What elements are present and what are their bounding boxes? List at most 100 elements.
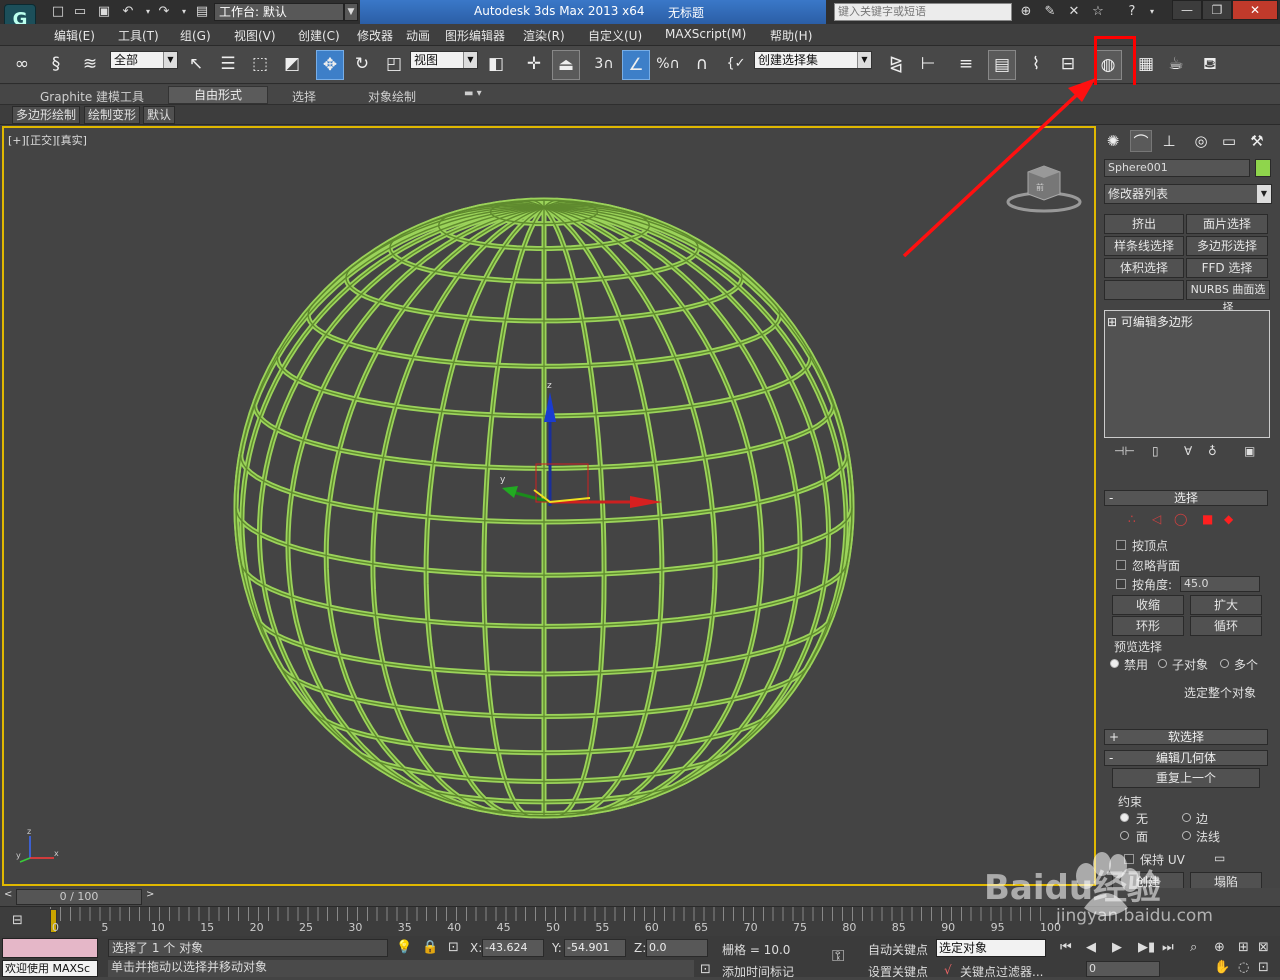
- by-angle-checkbox[interactable]: [1116, 579, 1126, 589]
- menu-rendering[interactable]: 渲染(R): [523, 27, 565, 44]
- favorites-star-icon[interactable]: ☆: [1090, 4, 1106, 20]
- polygon-mode-icon[interactable]: ■: [1202, 512, 1213, 526]
- isolate-selection-icon[interactable]: 💡: [396, 940, 412, 955]
- keyboard-shortcut-override-icon[interactable]: ⏏: [552, 50, 580, 80]
- zoom-extents-icon[interactable]: ⊞: [1238, 940, 1249, 955]
- open-file-icon[interactable]: ▭: [72, 4, 88, 20]
- move-gizmo[interactable]: z y: [494, 378, 664, 518]
- by-vertex-checkbox[interactable]: [1116, 540, 1126, 550]
- configure-modifier-sets-icon[interactable]: ▣: [1244, 444, 1255, 458]
- modifier-button-empty[interactable]: [1104, 280, 1184, 300]
- subtab-defaults[interactable]: 默认: [143, 106, 175, 124]
- preserve-uv-settings-icon[interactable]: ▭: [1214, 851, 1225, 865]
- menu-customize[interactable]: 自定义(U): [588, 27, 642, 44]
- x-coordinate-field[interactable]: -43.624: [482, 939, 544, 957]
- named-selection-set-select[interactable]: 创建选择集 ▼: [754, 51, 872, 69]
- rollout-selection-header[interactable]: -选择: [1104, 490, 1268, 506]
- tab-freeform[interactable]: 自由形式: [168, 86, 268, 104]
- constraint-face-radio[interactable]: [1120, 831, 1129, 840]
- render-production-icon[interactable]: ⛾: [1196, 50, 1224, 80]
- menu-tools[interactable]: 工具(T): [118, 27, 159, 44]
- menu-graph-editors[interactable]: 图形编辑器: [445, 27, 505, 44]
- percent-snap-icon[interactable]: %∩: [654, 50, 682, 80]
- constraint-edge-radio[interactable]: [1182, 813, 1191, 822]
- select-and-scale-icon[interactable]: ◰: [380, 50, 408, 80]
- select-and-rotate-icon[interactable]: ↻: [348, 50, 376, 80]
- modifier-button-spline-select[interactable]: 样条线选择: [1104, 236, 1184, 256]
- redo-icon[interactable]: ↷: [156, 4, 172, 20]
- time-prev-icon[interactable]: <: [4, 889, 12, 900]
- modifier-button-ffd-select[interactable]: FFD 选择: [1186, 258, 1268, 278]
- subtab-poly-draw[interactable]: 多边形绘制: [12, 106, 80, 124]
- rendered-frame-window-icon[interactable]: ☕: [1162, 50, 1190, 80]
- remove-modifier-icon[interactable]: ♁: [1208, 444, 1217, 458]
- loop-button[interactable]: 循环: [1190, 616, 1262, 636]
- modifier-button-patch-select[interactable]: 面片选择: [1186, 214, 1268, 234]
- menu-modifiers[interactable]: 修改器: [357, 27, 393, 44]
- modifier-stack[interactable]: ⊞ 可编辑多边形: [1104, 310, 1270, 438]
- edge-mode-icon[interactable]: ◁: [1152, 512, 1161, 526]
- utilities-panel-icon[interactable]: ⚒: [1246, 130, 1268, 152]
- select-by-name-icon[interactable]: ☰: [214, 50, 242, 80]
- key-filters-button[interactable]: 关键点过滤器...: [960, 963, 1043, 980]
- make-unique-icon[interactable]: ∀: [1184, 444, 1192, 458]
- search-input[interactable]: 键入关键字或短语: [834, 3, 1012, 21]
- preview-subobj-radio[interactable]: [1158, 659, 1167, 668]
- stack-item-editable-poly[interactable]: ⊞ 可编辑多边形: [1107, 313, 1193, 330]
- help-dropdown-icon[interactable]: ▾: [1144, 4, 1160, 20]
- element-mode-icon[interactable]: ◆: [1224, 512, 1233, 526]
- menu-maxscript[interactable]: MAXScript(M): [665, 27, 746, 41]
- zoom-all-icon[interactable]: ⊕: [1214, 940, 1225, 955]
- hierarchy-panel-icon[interactable]: ⊥: [1158, 130, 1180, 152]
- auto-key-button[interactable]: 自动关键点: [868, 941, 928, 958]
- modifier-button-extrude[interactable]: 挤出: [1104, 214, 1184, 234]
- edit-named-selection-icon[interactable]: {✓: [722, 50, 750, 80]
- previous-frame-icon[interactable]: ◀: [1086, 940, 1096, 955]
- vertex-mode-icon[interactable]: ∴: [1128, 512, 1136, 526]
- shrink-button[interactable]: 收缩: [1112, 595, 1184, 615]
- pin-stack-icon[interactable]: ⊣⊢: [1114, 444, 1135, 458]
- tab-object-paint[interactable]: 对象绘制: [368, 88, 416, 105]
- modifier-button-vol-select[interactable]: 体积选择: [1104, 258, 1184, 278]
- preview-multi-radio[interactable]: [1220, 659, 1229, 668]
- z-axis-arrow[interactable]: [544, 392, 556, 422]
- motion-panel-icon[interactable]: ◎: [1190, 130, 1212, 152]
- help-icon[interactable]: ?: [1124, 4, 1140, 20]
- reference-coordinate-select[interactable]: 视图 ▼: [410, 51, 478, 69]
- next-frame-icon[interactable]: ▶▮: [1138, 940, 1155, 955]
- select-and-move-icon[interactable]: ✥: [316, 50, 344, 80]
- modifier-button-nurbs-select[interactable]: NURBS 曲面选择: [1186, 280, 1270, 300]
- workspace-select[interactable]: 工作台: 默认: [214, 3, 344, 21]
- x-axis-arrow[interactable]: [630, 496, 662, 508]
- window-crossing-icon[interactable]: ◩: [278, 50, 306, 80]
- undo-icon[interactable]: ↶: [120, 4, 136, 20]
- preview-off-radio[interactable]: [1110, 659, 1119, 668]
- snaps-toggle-icon[interactable]: 3∩: [590, 50, 618, 80]
- ignore-backfacing-checkbox[interactable]: [1116, 560, 1126, 570]
- show-end-result-icon[interactable]: ▯: [1152, 444, 1159, 458]
- create-panel-icon[interactable]: ✺: [1102, 130, 1124, 152]
- rollout-soft-selection-header[interactable]: +软选择: [1104, 729, 1268, 745]
- go-to-end-icon[interactable]: ⏭: [1162, 940, 1174, 955]
- modifier-list-select[interactable]: 修改器列表 ▼: [1104, 184, 1272, 204]
- workspace-dropdown-icon[interactable]: ▼: [344, 3, 358, 21]
- unlink-icon[interactable]: §: [42, 50, 70, 80]
- maximize-button[interactable]: ❐: [1202, 0, 1232, 20]
- select-object-icon[interactable]: ↖: [182, 50, 210, 80]
- modifier-button-poly-select[interactable]: 多边形选择: [1186, 236, 1268, 256]
- tab-selection[interactable]: 选择: [292, 88, 316, 105]
- project-folder-icon[interactable]: ▤: [194, 4, 210, 20]
- menu-animation[interactable]: 动画: [406, 27, 430, 44]
- exchange-icon[interactable]: ✕: [1066, 4, 1082, 20]
- current-frame-field[interactable]: 0: [1086, 961, 1160, 977]
- absolute-mode-icon[interactable]: ⊡: [448, 940, 459, 955]
- display-panel-icon[interactable]: ▭: [1218, 130, 1240, 152]
- add-time-tag-label[interactable]: 添加时间标记: [722, 963, 794, 980]
- redo-dropdown-icon[interactable]: ▾: [176, 4, 192, 20]
- maxscript-listener-pink[interactable]: [2, 938, 98, 958]
- communication-center-icon[interactable]: ✎: [1042, 4, 1058, 20]
- y-coordinate-field[interactable]: -54.901: [564, 939, 626, 957]
- rollout-edit-geometry-header[interactable]: -编辑几何体: [1104, 750, 1268, 766]
- bind-space-warp-icon[interactable]: ≋: [76, 50, 104, 80]
- time-tag-icon[interactable]: ⊡: [700, 962, 711, 977]
